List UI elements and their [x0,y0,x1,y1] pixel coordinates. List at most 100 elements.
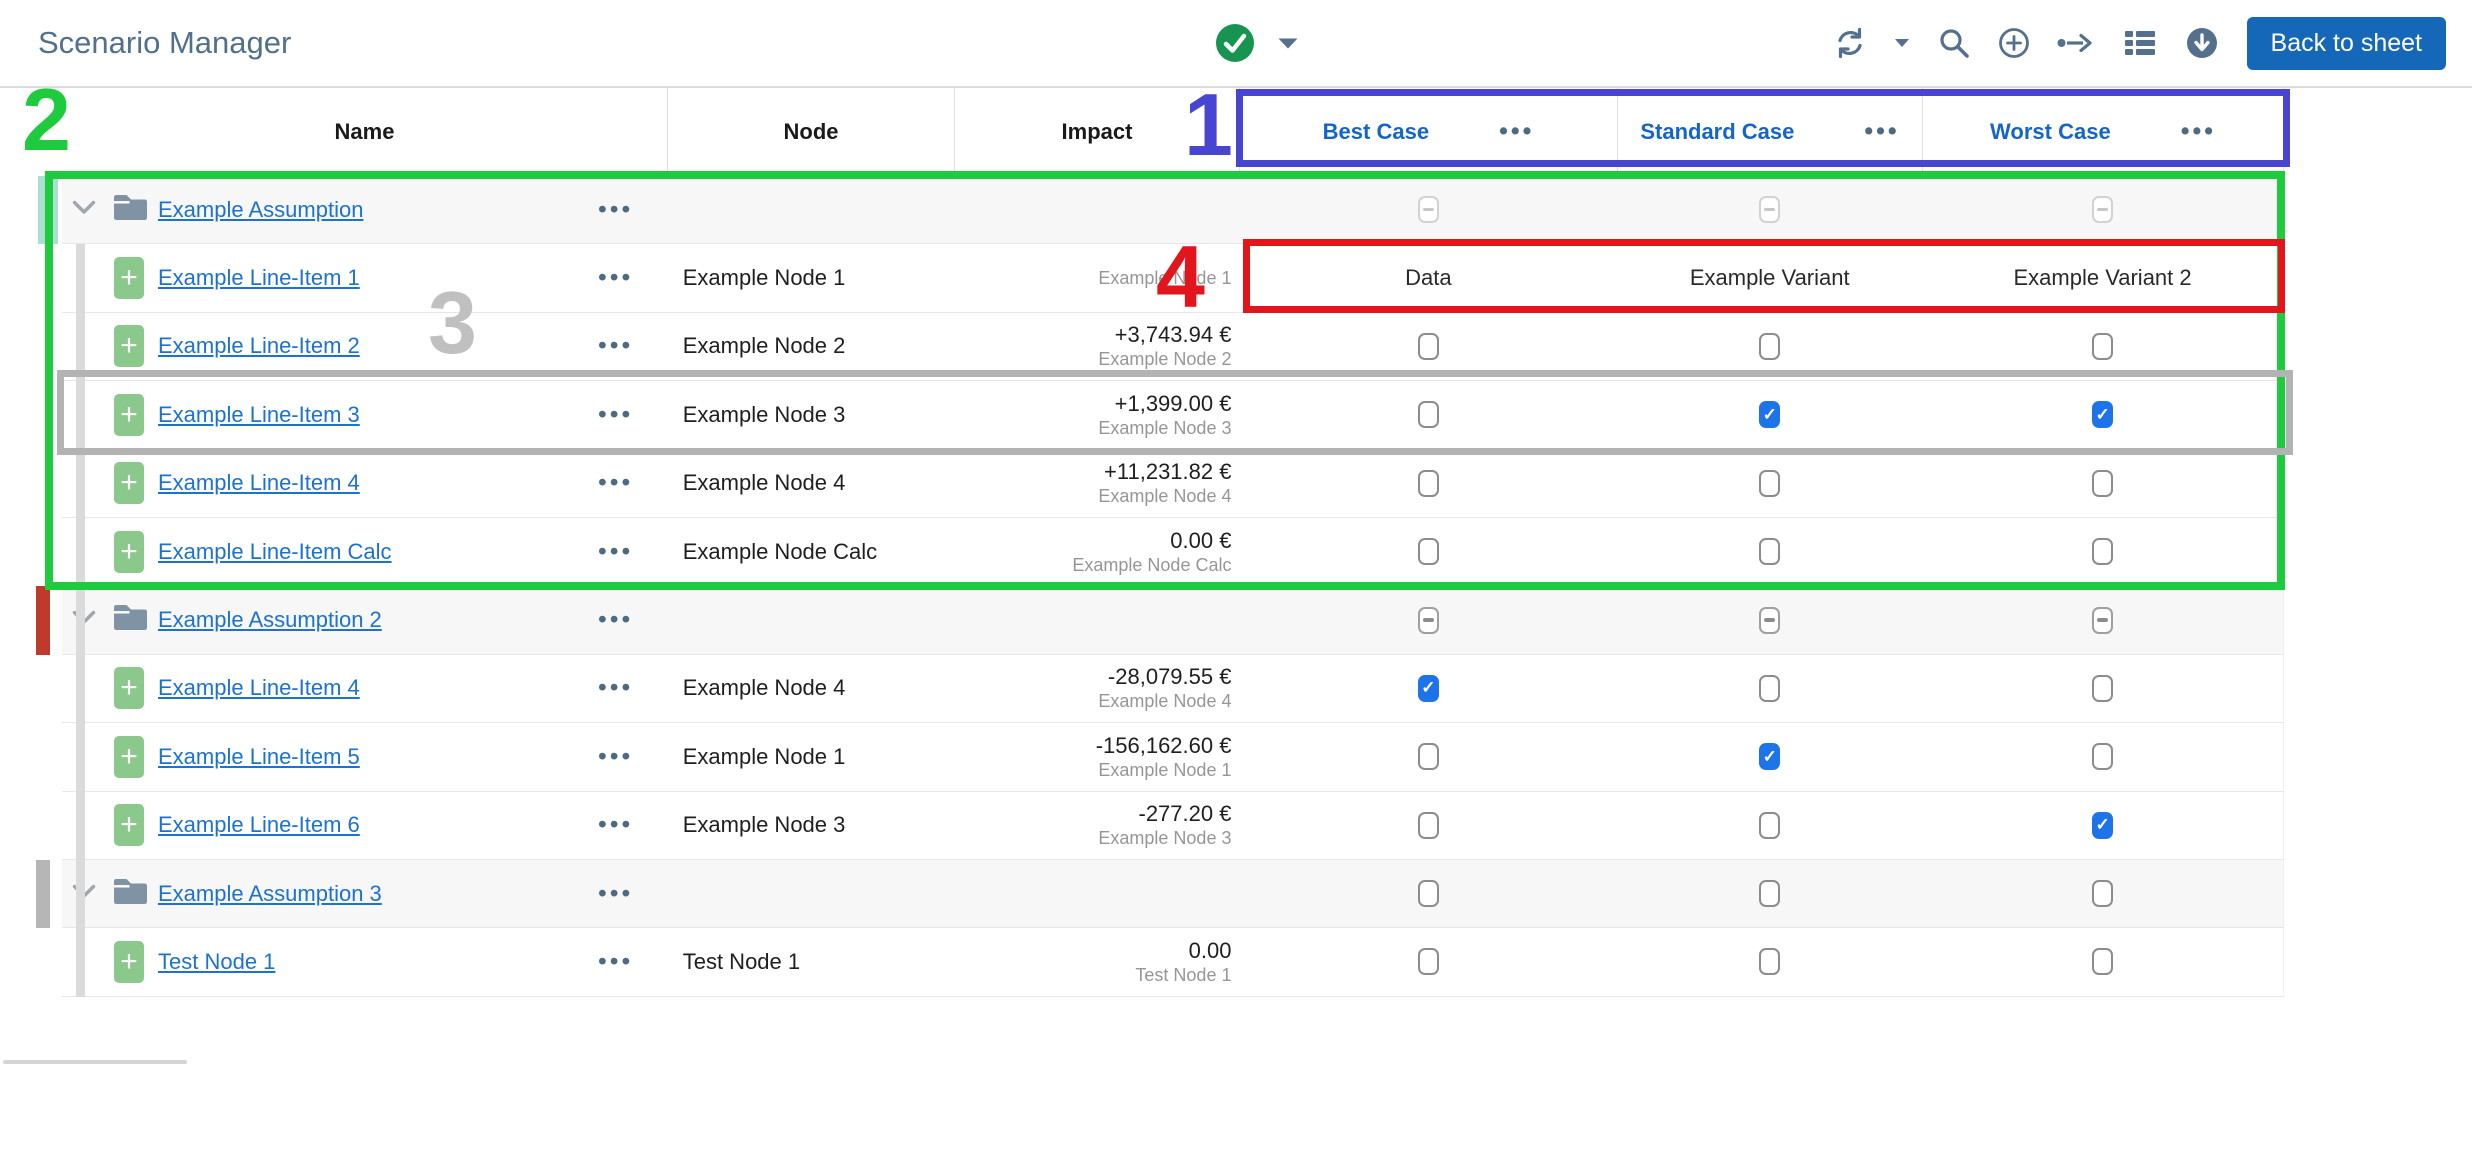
row-name-link[interactable]: Example Line-Item 4 [158,470,360,496]
scenario-cell [1922,655,2283,722]
impact-cell: -156,162.60 €Example Node 1 [955,723,1240,790]
add-plus-icon[interactable]: + [114,736,144,778]
scenario-checkbox[interactable] [1759,333,1780,360]
scenario-checkbox[interactable]: ✓ [2092,812,2113,839]
add-plus-icon[interactable]: + [114,462,144,504]
scenario-checkbox[interactable] [1759,812,1780,839]
impact-value: +11,231.82 € [1104,459,1231,485]
scenario-checkbox[interactable] [1418,470,1439,497]
scenario-checkbox[interactable]: ✓ [1759,401,1780,428]
scenario-checkbox[interactable] [2092,333,2113,360]
scenario-checkbox[interactable] [2092,743,2113,770]
column-header-standard-case[interactable]: Standard Case ••• [1618,88,1923,175]
add-plus-icon[interactable]: + [114,531,144,573]
add-plus-icon[interactable]: + [114,804,144,846]
scenario-menu-icon[interactable]: ••• [1864,119,1899,144]
impact-cell: +1,399.00 €Example Node 3 [955,381,1240,448]
column-header-best-case[interactable]: Best Case ••• [1240,88,1618,175]
row-name-link[interactable]: Test Node 1 [158,949,275,975]
scenario-checkbox[interactable]: ✓ [2092,401,2113,428]
row-menu-icon[interactable]: ••• [598,266,633,291]
row-name-link[interactable]: Example Line-Item 6 [158,812,360,838]
row-name-link[interactable]: Example Line-Item 3 [158,402,360,428]
scenario-label[interactable]: Best Case [1323,119,1429,145]
scenario-checkbox[interactable] [2092,880,2113,907]
name-cell: + Test Node 1 ••• [62,928,668,995]
refresh-icon[interactable] [1833,26,1867,60]
scenario-menu-icon[interactable]: ••• [2181,119,2216,144]
add-plus-icon[interactable]: + [114,394,144,436]
scenario-checkbox[interactable] [1418,743,1439,770]
scenario-cell [1239,450,1617,517]
add-plus-icon[interactable]: + [114,257,144,299]
zoom-plus-icon[interactable] [1997,26,2031,60]
back-to-sheet-button[interactable]: Back to sheet [2247,17,2446,70]
scenario-checkbox[interactable] [2092,948,2113,975]
status-dropdown[interactable] [1214,0,1300,86]
row-name-link[interactable]: Example Line-Item 4 [158,675,360,701]
row-name-link[interactable]: Example Line-Item 5 [158,744,360,770]
row-menu-icon[interactable]: ••• [598,881,633,906]
scenario-checkbox[interactable] [1759,675,1780,702]
row-menu-icon[interactable]: ••• [598,744,633,769]
table-row: +Example Line-Item 4•••Example Node 4+11… [62,450,2284,518]
row-menu-icon[interactable]: ••• [598,402,633,427]
add-plus-icon[interactable]: + [114,941,144,983]
scenario-menu-icon[interactable]: ••• [1499,119,1534,144]
scenario-checkbox[interactable] [1759,880,1780,907]
row-menu-icon[interactable]: ••• [598,539,633,564]
refresh-chevron-down-icon[interactable] [1893,37,1911,49]
scenario-checkbox[interactable] [1418,333,1439,360]
scenario-checkbox[interactable] [1418,607,1439,634]
scenario-checkbox[interactable] [1418,401,1439,428]
column-header-worst-case[interactable]: Worst Case ••• [1923,88,2284,175]
list-view-icon[interactable] [2123,28,2157,58]
row-name-link[interactable]: Example Line-Item 2 [158,333,360,359]
scenario-checkbox[interactable] [1759,538,1780,565]
scenario-checkbox[interactable] [1759,948,1780,975]
add-plus-icon[interactable]: + [114,325,144,367]
scenario-label[interactable]: Standard Case [1640,119,1794,145]
bottom-scrollbar[interactable] [3,1060,187,1064]
scenario-checkbox[interactable] [1759,607,1780,634]
download-icon[interactable] [2183,24,2221,62]
scenario-label[interactable]: Worst Case [1990,119,2111,145]
jump-arrow-icon[interactable] [2057,31,2097,55]
row-menu-icon[interactable]: ••• [598,334,633,359]
row-menu-icon[interactable]: ••• [598,676,633,701]
row-menu-icon[interactable]: ••• [598,471,633,496]
scenario-checkbox[interactable] [1418,880,1439,907]
row-name-link[interactable]: Example Line-Item 1 [158,265,360,291]
scenario-checkbox[interactable] [1418,196,1439,223]
scenario-checkbox[interactable] [2092,196,2113,223]
row-name-link[interactable]: Example Assumption 3 [158,881,382,907]
table-row: Example Assumption ••• [62,176,2284,244]
table-row: Example Assumption 3 ••• [62,860,2284,928]
impact-cell: 0.00 €Example Node Calc [955,518,1240,585]
scenario-checkbox[interactable] [2092,675,2113,702]
scenario-checkbox[interactable] [1418,948,1439,975]
add-plus-icon[interactable]: + [114,667,144,709]
scenario-checkbox[interactable] [1759,196,1780,223]
search-icon[interactable] [1937,26,1971,60]
scenario-cell [1922,586,2283,653]
scenario-checkbox[interactable] [1759,470,1780,497]
row-name-link[interactable]: Example Assumption [158,197,363,223]
status-check-icon[interactable] [1214,22,1256,64]
scenario-checkbox[interactable] [1418,538,1439,565]
scenario-checkbox[interactable] [2092,607,2113,634]
row-name-link[interactable]: Example Line-Item Calc [158,539,392,565]
row-menu-icon[interactable]: ••• [598,949,633,974]
scenario-checkbox[interactable] [2092,470,2113,497]
name-cell: Example Assumption 2 ••• [62,586,668,653]
scenario-checkbox[interactable] [2092,538,2113,565]
expand-chevron-icon[interactable] [72,200,96,220]
row-name-link[interactable]: Example Assumption 2 [158,607,382,633]
row-menu-icon[interactable]: ••• [598,608,633,633]
scenario-checkbox[interactable]: ✓ [1759,743,1780,770]
status-chevron-down-icon[interactable] [1276,36,1300,51]
scenario-checkbox[interactable] [1418,812,1439,839]
scenario-checkbox[interactable]: ✓ [1418,675,1439,702]
row-menu-icon[interactable]: ••• [598,813,633,838]
row-menu-icon[interactable]: ••• [598,197,633,222]
